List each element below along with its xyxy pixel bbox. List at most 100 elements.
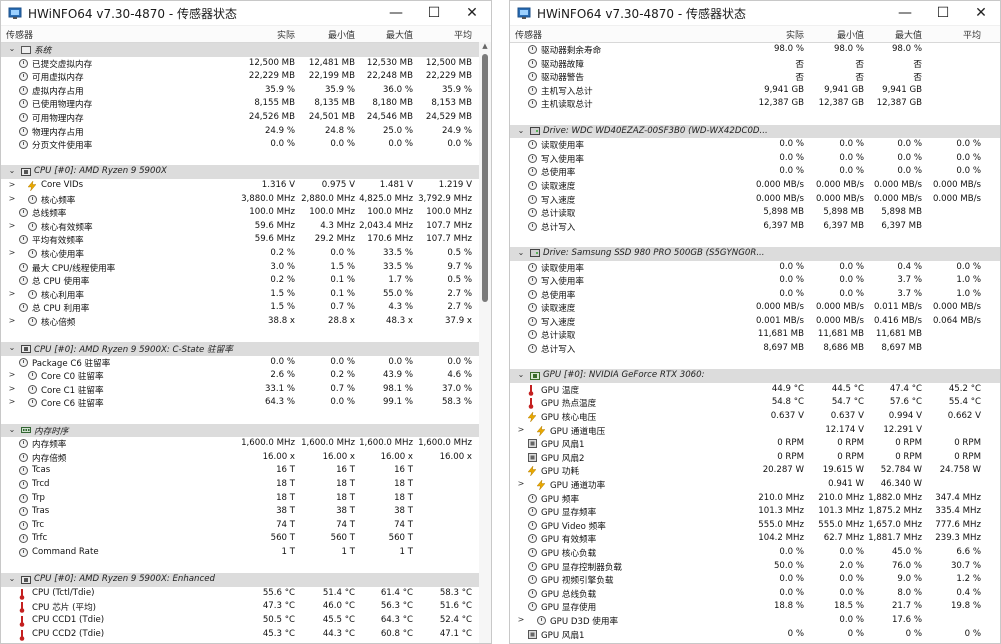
expand-chevron-icon[interactable]: > [7,194,17,203]
sensor-row[interactable]: > GPU 通道功率 0.941 W 46.340 W [510,478,1000,492]
sensor-row[interactable]: 总计写入 8,697 MB 8,686 MB 8,697 MB [510,342,1000,356]
sensor-row[interactable]: GPU 热点温度 54.8 °C 54.7 °C 57.6 °C 55.4 °C [510,396,1000,410]
col-current[interactable]: 实际 [277,28,295,41]
expand-chevron-icon[interactable]: > [7,221,17,230]
sensor-row[interactable]: > Core VIDs 1.316 V 0.975 V 1.481 V 1.219 V [1,179,491,193]
collapse-chevron-icon[interactable]: ⌄ [7,574,17,583]
sensor-row[interactable]: GPU 风扇2 0 RPM 0 RPM 0 RPM 0 RPM [510,451,1000,465]
sensor-row[interactable]: GPU 温度 44.9 °C 44.5 °C 47.4 °C 45.2 °C [510,383,1000,397]
sensor-row[interactable]: 总使用率 0.0 % 0.0 % 0.0 % 0.0 % [510,165,1000,179]
sensor-row[interactable]: GPU 有效频率 104.2 MHz 62.7 MHz 1,881.7 MHz 239.… [510,532,1000,546]
sensor-row[interactable]: GPU 显存频率 101.3 MHz 101.3 MHz 1,875.2 MHz 335… [510,505,1000,519]
sensor-row[interactable]: 总计写入 6,397 MB 6,397 MB 6,397 MB [510,220,1000,234]
title-bar[interactable]: HWiNFO64 v7.30-4870 - 传感器状态 — ☐ ✕ [1,1,491,26]
sensor-row[interactable]: Tcas 16 T 16 T 16 T [1,464,491,478]
sensor-row[interactable]: CPU (Tctl/Tdie) 55.6 °C 51.4 °C 61.4 °C 58.3… [1,587,491,601]
col-avg[interactable]: 平均 [963,28,981,41]
col-max[interactable]: 最大值 [386,28,413,41]
minimize-button[interactable]: — [886,1,924,25]
sensor-row[interactable]: GPU 视频引擎负载 0.0 % 0.0 % 9.0 % 1.2 % [510,573,1000,587]
sensor-row[interactable]: 读取使用率 0.0 % 0.0 % 0.4 % 0.0 % [510,261,1000,275]
sensor-group-header[interactable]: ⌄ CPU [#0]: AMD Ryzen 9 5900X: C-State 驻留… [1,342,491,356]
sensor-row[interactable]: 内存倍频 16.00 x 16.00 x 16.00 x 16.00 x [1,451,491,465]
sensor-row[interactable]: GPU 风扇1 0 % 0 % 0 % 0 % [510,628,1000,642]
sensor-group-header[interactable]: ⌄ GPU [#0]: NVIDIA GeForce RTX 3060: [510,369,1000,383]
collapse-chevron-icon[interactable]: ⌄ [516,126,526,135]
expand-chevron-icon[interactable]: > [7,289,17,298]
maximize-button[interactable]: ☐ [924,1,962,25]
sensor-row[interactable]: GPU 频率 210.0 MHz 210.0 MHz 1,882.0 MHz 347.4… [510,492,1000,506]
sensor-row[interactable]: 最大 CPU/线程使用率 3.0 % 1.5 % 33.5 % 9.7 % [1,261,491,275]
sensor-row[interactable]: 写入速度 0.000 MB/s 0.000 MB/s 0.000 MB/s 0.000 … [510,193,1000,207]
sensor-row[interactable]: Trfc 560 T 560 T 560 T [1,532,491,546]
sensor-row[interactable]: 读取使用率 0.0 % 0.0 % 0.0 % 0.0 % [510,138,1000,152]
vertical-scrollbar[interactable]: ▲ [479,42,491,643]
sensor-row[interactable]: 总计读取 5,898 MB 5,898 MB 5,898 MB [510,206,1000,220]
sensor-row[interactable]: 虚拟内存占用 35.9 % 35.9 % 36.0 % 35.9 % [1,84,491,98]
sensor-row[interactable]: 驱动器故障 否 否 否 [510,57,1000,71]
sensor-row[interactable]: 主机写入总计 9,941 GB 9,941 GB 9,941 GB [510,84,1000,98]
sensor-row[interactable]: Trc 74 T 74 T 74 T [1,519,491,533]
sensor-row[interactable]: 读取速度 0.000 MB/s 0.000 MB/s 0.000 MB/s 0.000 … [510,179,1000,193]
sensor-row[interactable]: > 核心倍频 38.8 x 28.8 x 48.3 x 37.9 x [1,315,491,329]
sensor-row[interactable]: > Core C1 驻留率 33.1 % 0.7 % 98.1 % 37.0 % [1,383,491,397]
expand-chevron-icon[interactable]: > [7,248,17,257]
sensor-row[interactable]: 内存频率 1,600.0 MHz 1,600.0 MHz 1,600.0 MHz 1,6… [1,437,491,451]
sensor-row[interactable]: CPU CCD2 (Tdie) 45.3 °C 44.3 °C 60.8 °C 47.1… [1,628,491,642]
expand-chevron-icon[interactable]: > [516,479,526,488]
col-sensor[interactable]: 传感器 [515,28,542,41]
sensor-row[interactable]: GPU 显存使用 18.8 % 18.5 % 21.7 % 19.8 % [510,600,1000,614]
col-min[interactable]: 最小值 [328,28,355,41]
sensor-row[interactable]: GPU 核心电压 0.637 V 0.637 V 0.994 V 0.662 V [510,410,1000,424]
sensor-group-header[interactable]: ⌄ 内存时序 [1,423,491,438]
sensor-row[interactable]: 读取速度 0.000 MB/s 0.000 MB/s 0.011 MB/s 0.000 … [510,301,1000,315]
sensor-row[interactable]: > Core C0 驻留率 2.6 % 0.2 % 43.9 % 4.6 % [1,369,491,383]
scroll-up-arrow[interactable]: ▲ [479,42,491,52]
expand-chevron-icon[interactable]: > [516,615,526,624]
scroll-thumb[interactable] [482,54,488,302]
expand-chevron-icon[interactable]: > [7,397,17,406]
sensor-group-header[interactable]: ⌄ CPU [#0]: AMD Ryzen 9 5900X [1,165,491,179]
sensor-row[interactable]: 总计读取 11,681 MB 11,681 MB 11,681 MB [510,328,1000,342]
sensor-row[interactable]: Trcd 18 T 18 T 18 T [1,478,491,492]
sensor-row[interactable]: CPU CCD1 (Tdie) 50.5 °C 45.5 °C 64.3 °C 52.4… [1,614,491,628]
expand-chevron-icon[interactable]: > [7,384,17,393]
sensor-row[interactable]: 主机读取总计 12,387 GB 12,387 GB 12,387 GB [510,97,1000,111]
col-min[interactable]: 最小值 [837,28,864,41]
sensor-row[interactable]: > 核心利用率 1.5 % 0.1 % 55.0 % 2.7 % [1,288,491,302]
sensor-row[interactable]: > 核心有效频率 59.6 MHz 4.3 MHz 2,043.4 MHz 107.7 M… [1,220,491,234]
sensor-row[interactable]: 平均有效频率 59.6 MHz 29.2 MHz 170.6 MHz 107.7 MHz [1,233,491,247]
sensor-row[interactable]: 总使用率 0.0 % 0.0 % 3.7 % 1.0 % [510,288,1000,302]
sensor-row[interactable]: Trp 18 T 18 T 18 T [1,492,491,506]
sensor-group-header[interactable]: ⌄ 系统 [1,43,491,57]
sensor-row[interactable]: > GPU D3D 使用率 0.0 % 17.6 % [510,614,1000,628]
col-max[interactable]: 最大值 [895,28,922,41]
sensor-row[interactable]: 物理内存占用 24.9 % 24.8 % 25.0 % 24.9 % [1,125,491,139]
expand-chevron-icon[interactable]: > [7,370,17,379]
minimize-button[interactable]: — [377,1,415,25]
collapse-chevron-icon[interactable]: ⌄ [7,425,17,434]
sensor-row[interactable]: Package C6 驻留率 0.0 % 0.0 % 0.0 % 0.0 % [1,356,491,370]
close-button[interactable]: ✕ [453,1,491,25]
expand-chevron-icon[interactable]: > [7,180,17,189]
sensor-row[interactable]: > Core C6 驻留率 64.3 % 0.0 % 99.1 % 58.3 % [1,396,491,410]
sensor-row[interactable]: 分页文件使用率 0.0 % 0.0 % 0.0 % 0.0 % [1,138,491,152]
sensor-row[interactable]: 写入使用率 0.0 % 0.0 % 0.0 % 0.0 % [510,152,1000,166]
sensor-row[interactable]: GPU Video 频率 555.0 MHz 555.0 MHz 1,657.0 MH… [510,519,1000,533]
sensor-row[interactable]: Tras 38 T 38 T 38 T [1,505,491,519]
expand-chevron-icon[interactable]: > [7,316,17,325]
sensor-row[interactable]: Command Rate 1 T 1 T 1 T [1,546,491,560]
col-sensor[interactable]: 传感器 [6,28,33,41]
sensor-list[interactable]: ⌄ 系统 已提交虚拟内存 12,500 MB 12,481 MB 12,530 MB 12,… [1,43,491,641]
sensor-row[interactable]: GPU 总线负载 0.0 % 0.0 % 8.0 % 0.4 % [510,587,1000,601]
maximize-button[interactable]: ☐ [415,1,453,25]
expand-chevron-icon[interactable]: > [516,425,526,434]
sensor-row[interactable]: GPU 核心负载 0.0 % 0.0 % 45.0 % 6.6 % [510,546,1000,560]
collapse-chevron-icon[interactable]: ⌄ [7,166,17,175]
collapse-chevron-icon[interactable]: ⌄ [516,370,526,379]
sensor-row[interactable]: 总线频率 100.0 MHz 100.0 MHz 100.0 MHz 100.0 MHz [1,206,491,220]
sensor-group-header[interactable]: ⌄ Drive: WDC WD40EZAZ-00SF3B0 (WD-WX42DC0… [510,124,1000,139]
close-button[interactable]: ✕ [962,1,1000,25]
sensor-row[interactable]: > 核心频率 3,880.0 MHz 2,880.0 MHz 4,825.0 MHz 3,… [1,193,491,207]
col-current[interactable]: 实际 [786,28,804,41]
